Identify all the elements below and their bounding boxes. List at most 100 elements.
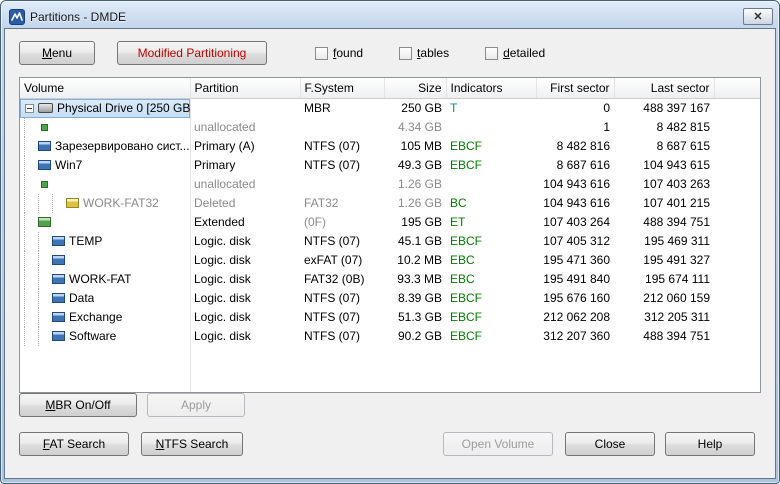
volume-cell: Exchange <box>20 308 190 327</box>
open-volume-button[interactable]: Open Volume <box>443 432 553 456</box>
part-blue-icon <box>52 312 65 322</box>
size-cell: 1.26 GB <box>384 194 446 213</box>
close-dialog-button[interactable]: Close <box>565 432 655 456</box>
tree-guide <box>24 175 38 194</box>
volume-cell-content: Physical Drive 0 [250 GB ... <box>20 99 190 118</box>
filler-cell <box>714 175 760 194</box>
checkbox-unchecked-icon <box>315 47 328 60</box>
volume-cell-content: TEMP <box>20 232 190 251</box>
column-header-volume[interactable]: Volume <box>20 78 190 98</box>
last-sector-cell: 488 394 751 <box>614 327 714 346</box>
table-row[interactable]: Зарезервировано сист...Primary (A)NTFS (… <box>20 137 760 156</box>
table-header-row: Volume Partition F.System Size Indicator… <box>20 78 760 98</box>
table-row[interactable]: Logic. diskexFAT (07)10.2 MBEBC195 471 3… <box>20 251 760 270</box>
volume-cell-content <box>20 175 190 194</box>
partition-cell: Logic. disk <box>190 270 300 289</box>
help-button[interactable]: Help <box>665 432 755 456</box>
table-row[interactable]: ExchangeLogic. diskNTFS (07)51.3 GBEBCF2… <box>20 308 760 327</box>
tree-guide <box>38 289 52 308</box>
fsystem-cell: NTFS (07) <box>300 232 384 251</box>
indicators-cell <box>446 175 536 194</box>
footer: MBR On/Off Apply FAT Search NTFS Search … <box>19 393 761 478</box>
table-row[interactable]: Physical Drive 0 [250 GB ...MBR250 GBT04… <box>20 98 760 118</box>
fsystem-cell: exFAT (07) <box>300 251 384 270</box>
dmde-app-icon <box>9 9 25 25</box>
partition-cell: Primary (A) <box>190 137 300 156</box>
tree-guide <box>24 327 38 346</box>
table-row[interactable]: WORK-FATLogic. diskFAT32 (0B)93.3 MBEBC1… <box>20 270 760 289</box>
unalloc-icon <box>41 124 48 131</box>
part-blue-icon <box>38 160 51 170</box>
part-yellow-icon <box>66 198 79 208</box>
size-cell: 10.2 MB <box>384 251 446 270</box>
partition-cell: Primary <box>190 156 300 175</box>
last-sector-cell: 107 401 215 <box>614 194 714 213</box>
volume-cell: Зарезервировано сист... <box>20 137 190 156</box>
collapse-expander-icon[interactable] <box>25 104 34 113</box>
last-sector-cell: 195 469 311 <box>614 232 714 251</box>
part-blue-icon <box>38 141 51 151</box>
indicators-cell <box>446 118 536 137</box>
tree-guide <box>38 251 52 270</box>
tree-guide <box>38 270 52 289</box>
column-header-size[interactable]: Size <box>384 78 446 98</box>
table-row[interactable]: TEMPLogic. diskNTFS (07)45.1 GBEBCF107 4… <box>20 232 760 251</box>
indicators-cell: BC <box>446 194 536 213</box>
close-icon: ✕ <box>753 10 762 23</box>
volume-cell-content <box>20 118 190 137</box>
volume-label: TEMP <box>69 234 102 248</box>
volume-cell <box>20 213 190 232</box>
partition-cell: Deleted <box>190 194 300 213</box>
first-sector-cell: 212 062 208 <box>536 308 614 327</box>
table-row[interactable]: unallocated4.34 GB18 482 815 <box>20 118 760 137</box>
volume-cell-content: WORK-FAT32 <box>20 194 190 213</box>
volume-label: WORK-FAT32 <box>83 196 159 210</box>
titlebar[interactable]: Partitions - DMDE ✕ <box>4 4 776 28</box>
table-row[interactable]: Extended(0F)195 GBET107 403 264488 394 7… <box>20 213 760 232</box>
table-row[interactable]: DataLogic. diskNTFS (07)8.39 GBEBCF195 6… <box>20 289 760 308</box>
column-header-first-sector[interactable]: First sector <box>536 78 614 98</box>
detailed-checkbox[interactable]: detailed <box>485 46 545 60</box>
table-row[interactable]: unallocated1.26 GB104 943 616107 403 263 <box>20 175 760 194</box>
tree-guide <box>38 327 52 346</box>
apply-button[interactable]: Apply <box>147 393 245 417</box>
fat-search-button[interactable]: FAT Search <box>19 432 129 456</box>
fsystem-cell: MBR <box>300 98 384 118</box>
filler-cell <box>714 137 760 156</box>
size-cell: 93.3 MB <box>384 270 446 289</box>
tables-checkbox[interactable]: tables <box>399 46 449 60</box>
volume-label: Software <box>69 329 116 343</box>
found-checkbox-label: found <box>333 46 363 60</box>
column-header-fsystem[interactable]: F.System <box>300 78 384 98</box>
first-sector-cell: 8 687 616 <box>536 156 614 175</box>
fsystem-cell <box>300 175 384 194</box>
volume-cell-content: Data <box>20 289 190 308</box>
part-blue-icon <box>52 331 65 341</box>
volume-label: Exchange <box>69 310 122 324</box>
ntfs-search-button[interactable]: NTFS Search <box>141 432 243 456</box>
volume-cell: Software <box>20 327 190 346</box>
partition-cell: unallocated <box>190 118 300 137</box>
column-header-partition[interactable]: Partition <box>190 78 300 98</box>
last-sector-cell: 107 403 263 <box>614 175 714 194</box>
table-row[interactable]: SoftwareLogic. diskNTFS (07)90.2 GBEBCF3… <box>20 327 760 346</box>
found-checkbox[interactable]: found <box>315 46 363 60</box>
column-header-indicators[interactable]: Indicators <box>446 78 536 98</box>
volume-cell-content: Exchange <box>20 308 190 327</box>
modified-partitioning-button[interactable]: Modified Partitioning <box>117 41 267 65</box>
size-cell: 90.2 GB <box>384 327 446 346</box>
partition-table-body: Physical Drive 0 [250 GB ...MBR250 GBT04… <box>20 98 760 346</box>
close-button[interactable]: ✕ <box>743 8 773 25</box>
partition-cell <box>190 98 300 118</box>
tree-guide <box>24 194 38 213</box>
unalloc-icon <box>41 181 48 188</box>
menu-button[interactable]: Menu <box>19 41 95 65</box>
table-row[interactable]: Win7PrimaryNTFS (07)49.3 GBEBCF8 687 616… <box>20 156 760 175</box>
volume-cell <box>20 118 190 137</box>
column-header-last-sector[interactable]: Last sector <box>614 78 714 98</box>
fsystem-cell: NTFS (07) <box>300 156 384 175</box>
tree-guide <box>38 194 52 213</box>
mbr-onoff-button[interactable]: MBR On/Off <box>19 393 137 417</box>
indicators-cell: EBCF <box>446 137 536 156</box>
table-row[interactable]: WORK-FAT32DeletedFAT321.26 GBBC104 943 6… <box>20 194 760 213</box>
